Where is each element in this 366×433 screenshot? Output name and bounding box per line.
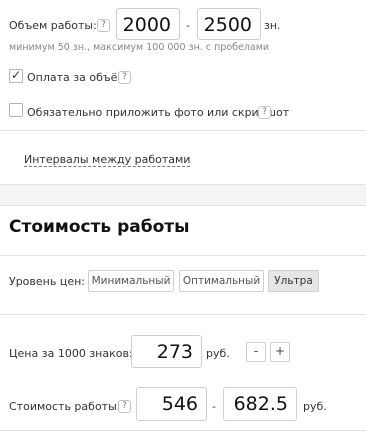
- intervals-link[interactable]: Интервалы между работами: [24, 153, 191, 167]
- volume-max-input[interactable]: 2500: [197, 8, 261, 40]
- price-per-1000-unit: руб.: [206, 347, 230, 360]
- total-cost-min-input[interactable]: 546: [136, 387, 207, 421]
- decrease-button[interactable]: -: [246, 342, 266, 362]
- price-level-label: Уровень цен:: [9, 275, 85, 288]
- price-level-ultra-button[interactable]: Ультра: [268, 270, 319, 292]
- attach-photo-help-icon[interactable]: ?: [258, 106, 271, 119]
- total-cost-help-icon[interactable]: ?: [118, 400, 131, 413]
- total-cost-range-separator: -: [212, 400, 216, 413]
- pay-by-volume-checkbox[interactable]: ✓: [9, 68, 23, 83]
- divider: [0, 314, 366, 315]
- volume-min-input[interactable]: 2000: [116, 8, 180, 40]
- price-level-optimal-button[interactable]: Оптимальный: [179, 270, 264, 292]
- volume-label: Объем работы:: [9, 19, 97, 32]
- attach-photo-label: Обязательно приложить фото или скриншот: [27, 106, 290, 119]
- volume-range-separator: -: [186, 19, 190, 32]
- price-level-minimal-button[interactable]: Минимальный: [88, 270, 174, 292]
- total-cost-label: Стоимость работы:: [9, 400, 121, 413]
- pay-by-volume-label: Оплата за объём: [27, 71, 126, 84]
- volume-help-icon[interactable]: ?: [97, 19, 110, 32]
- pay-by-volume-help-icon[interactable]: ?: [118, 71, 131, 84]
- attach-photo-checkbox[interactable]: [9, 103, 23, 117]
- divider: [0, 430, 366, 431]
- total-cost-unit: руб.: [303, 400, 327, 413]
- price-per-1000-label: Цена за 1000 знаков:: [9, 347, 133, 360]
- total-cost-max-input[interactable]: 682.5: [223, 387, 297, 421]
- volume-hint: минимум 50 зн., максимум 100 000 зн. с п…: [9, 42, 270, 53]
- divider: [0, 130, 366, 131]
- divider: [0, 255, 366, 256]
- price-per-1000-input[interactable]: 273: [131, 335, 202, 368]
- increase-button[interactable]: +: [270, 342, 290, 362]
- volume-unit: зн.: [264, 19, 281, 32]
- checkmark-icon: ✓: [11, 68, 22, 82]
- section-title: Стоимость работы: [9, 217, 190, 237]
- section-separator: [0, 184, 366, 206]
